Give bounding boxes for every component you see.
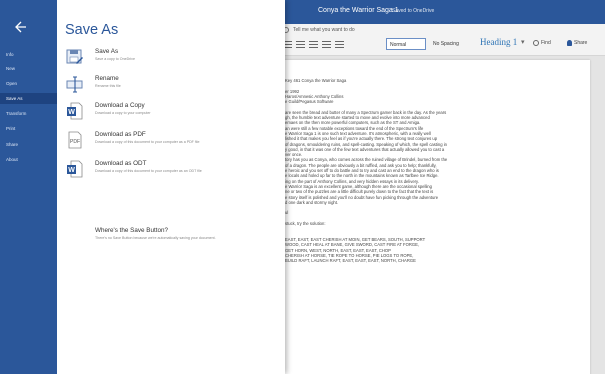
save-button-answer: There's no Save Button because we're aut… [95,236,216,240]
share-button[interactable]: Share [567,40,587,46]
option-desc: Rename this file [95,84,121,88]
numbering-icon[interactable] [296,41,305,48]
person-icon [567,40,572,46]
align-left-icon[interactable] [309,41,318,48]
back-arrow-icon[interactable] [15,20,27,34]
backstage-panel: Info New Open Save As Transform Print Sh… [0,0,285,374]
nav-item-save-as[interactable]: Save As [0,93,57,104]
nav-item-open[interactable]: Open [0,78,57,89]
nav-item-about[interactable]: About [0,154,57,165]
option-title: Save As [95,48,119,55]
tell-me-text: Tell me what you want to do [293,27,355,33]
find-label: Find [541,40,551,46]
option-title: Download as ODT [95,160,147,167]
align-center-icon[interactable] [322,41,331,48]
save-as-icon [66,49,83,64]
nav-item-share[interactable]: Share [0,139,57,150]
save-button-question: Where's the Save Button? [95,227,168,234]
nav-item-transform[interactable]: Transform [0,108,57,119]
title-separator: - [382,7,385,14]
document-line: BUILD RAFT, LAUNCH RAFT, EAST, EAST, EAS… [285,258,416,264]
svg-text:W: W [68,109,75,116]
rename-icon [66,76,83,93]
saved-status[interactable]: Saved to OneDrive [392,8,434,14]
svg-text:PDF: PDF [70,139,80,145]
find-button[interactable]: Find [533,40,551,46]
document-text: Key 461 Conya the Warrior Saga er 1992 Har… [285,78,585,263]
backstage-nav: Info New Open Save As Transform Print Sh… [0,0,57,374]
share-label: Share [574,40,588,46]
odt-icon: W [67,160,83,178]
pdf-icon: PDF [68,131,82,149]
option-desc: Download a copy of this document to your… [95,140,200,144]
document-title: Conya the Warrior Saga 1 [318,7,399,14]
style-normal[interactable]: Normal [386,38,426,50]
option-download-pdf[interactable]: PDF Download as PDF Download a copy of t… [66,131,281,155]
option-title: Rename [95,75,119,82]
line-spacing-icon[interactable] [335,41,344,48]
svg-text:W: W [68,167,75,174]
option-title: Download a Copy [95,102,145,109]
page-title: Save As [65,22,119,38]
option-save-as[interactable]: Save As Save a copy to OneDrive [66,48,281,72]
option-desc: Download a copy of this document to your… [95,169,202,173]
nav-item-print[interactable]: Print [0,123,57,134]
style-heading-1[interactable]: Heading 1 [480,37,517,47]
option-desc: Save a copy to OneDrive [95,57,135,61]
tell-me-box[interactable]: Tell me what you want to do [283,27,355,33]
option-rename[interactable]: Rename Rename this file [66,75,281,99]
paragraph-buttons [283,41,344,48]
download-copy-icon: W [67,102,83,120]
search-icon [533,40,539,46]
nav-item-new[interactable]: New [0,63,57,74]
styles-more-icon[interactable]: ▾ [521,38,525,46]
option-desc: Download a copy to your computer [95,111,151,115]
option-download-copy[interactable]: W Download a Copy Download a copy to you… [66,102,281,126]
nav-item-info[interactable]: Info [0,49,57,60]
option-title: Download as PDF [95,131,146,138]
style-no-spacing[interactable]: No Spacing [433,41,459,47]
option-download-odt[interactable]: W Download as ODT Download a copy of thi… [66,160,281,184]
